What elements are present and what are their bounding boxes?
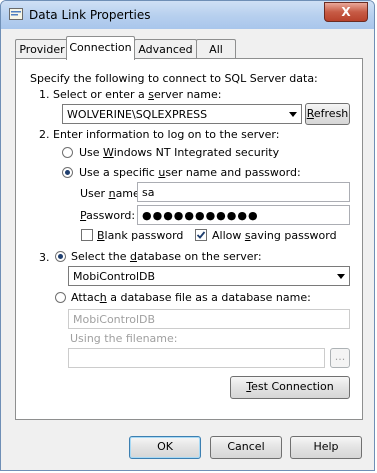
- chevron-down-icon[interactable]: [289, 112, 297, 117]
- server-name-combobox[interactable]: WOLVERINE\SQLEXPRESS: [62, 104, 302, 124]
- logon-label: 2. Enter information to log on to the se…: [39, 128, 280, 141]
- refresh-button[interactable]: Refresh: [305, 103, 350, 125]
- dialog-window: Data Link Properties X Provider Connecti…: [0, 0, 375, 471]
- allow-saving-password-label[interactable]: Allow saving password: [212, 229, 337, 242]
- window-title: Data Link Properties: [29, 8, 151, 22]
- database-combobox[interactable]: MobiControlDB: [68, 266, 350, 286]
- blank-password-label[interactable]: Blank password: [97, 229, 183, 242]
- close-icon: X: [341, 5, 351, 19]
- test-connection-button[interactable]: Test Connection: [230, 376, 350, 399]
- browse-button[interactable]: ...: [330, 348, 350, 368]
- allow-saving-password-checkbox[interactable]: [195, 229, 207, 241]
- radio-attach-database-file[interactable]: [55, 292, 66, 303]
- database-value: MobiControlDB: [73, 270, 156, 283]
- filename-field[interactable]: [68, 348, 325, 368]
- intro-text: Specify the following to connect to SQL …: [30, 72, 318, 85]
- attach-database-label[interactable]: Attach a database file as a database nam…: [71, 291, 311, 304]
- filename-label: Using the filename:: [70, 332, 178, 345]
- help-button[interactable]: Help: [290, 436, 362, 459]
- step3-number: 3.: [39, 251, 50, 264]
- ok-button[interactable]: OK: [129, 436, 201, 459]
- username-label: User name:: [80, 187, 144, 200]
- tab-all[interactable]: All: [196, 39, 236, 59]
- radio-specific-username[interactable]: [62, 167, 73, 178]
- cancel-button[interactable]: Cancel: [210, 436, 282, 459]
- radio-windows-nt-security[interactable]: [62, 147, 73, 158]
- specific-username-label[interactable]: Use a specific user name and password:: [79, 166, 301, 179]
- tab-advanced[interactable]: Advanced: [134, 39, 197, 59]
- windows-nt-security-label[interactable]: Use Windows NT Integrated security: [79, 146, 279, 159]
- password-field[interactable]: ●●●●●●●●●●●: [137, 205, 350, 225]
- close-button[interactable]: X: [324, 2, 368, 22]
- title-bar[interactable]: Data Link Properties X: [1, 1, 374, 29]
- server-name-label: 1. Select or enter a server name:: [39, 88, 222, 101]
- data-link-icon: [9, 8, 23, 20]
- select-database-label[interactable]: Select the database on the server:: [71, 250, 262, 263]
- blank-password-checkbox[interactable]: [81, 229, 93, 241]
- chevron-down-icon[interactable]: [337, 274, 345, 279]
- attach-database-name-field[interactable]: MobiControlDB: [68, 309, 350, 329]
- checkmark-icon: [196, 231, 206, 239]
- radio-select-database[interactable]: [55, 251, 66, 262]
- tab-provider[interactable]: Provider: [15, 39, 69, 59]
- server-name-value: WOLVERINE\SQLEXPRESS: [67, 108, 208, 121]
- tab-connection[interactable]: Connection: [66, 36, 135, 60]
- password-label: Password:: [80, 209, 136, 222]
- username-field[interactable]: sa: [137, 182, 350, 202]
